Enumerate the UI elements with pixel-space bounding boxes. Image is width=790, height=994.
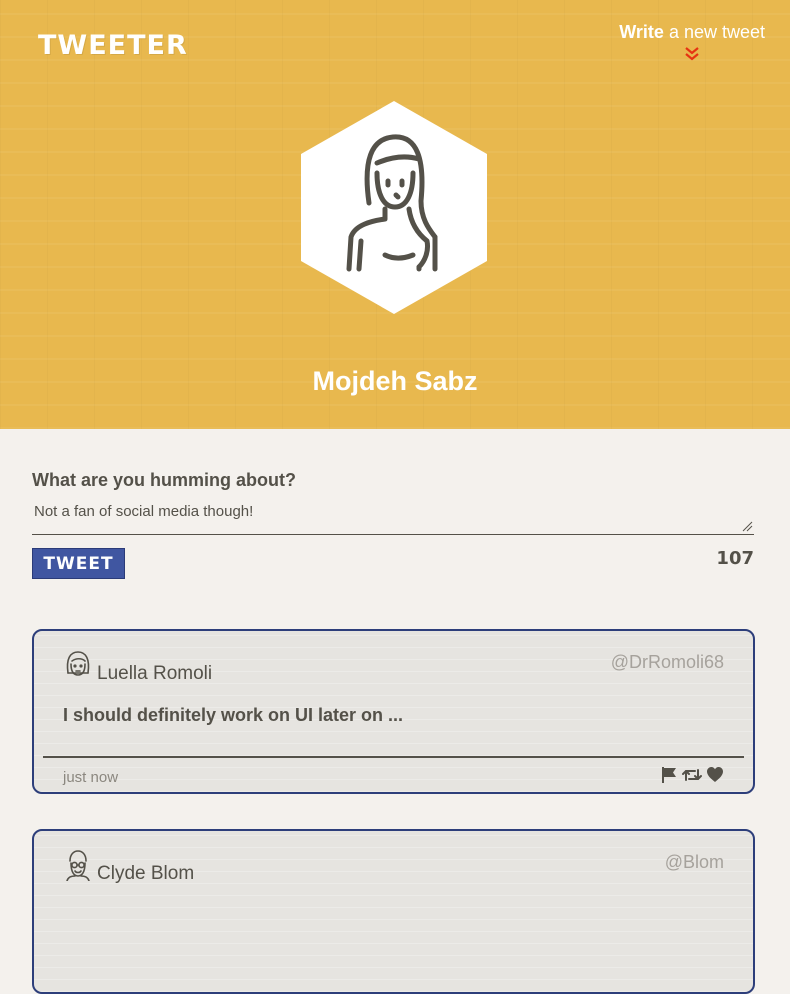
- heart-icon[interactable]: [706, 766, 724, 784]
- user-avatar-icon: [66, 850, 90, 881]
- tweet-actions: [660, 766, 724, 784]
- resize-handle-icon[interactable]: [742, 521, 753, 532]
- tweet-divider: [43, 756, 744, 758]
- tweet-author-handle[interactable]: @DrRomoli68: [611, 652, 724, 673]
- profile-name: Mojdeh Sabz: [312, 366, 478, 396]
- double-chevron-down-icon[interactable]: [683, 45, 701, 63]
- flag-icon[interactable]: [660, 766, 678, 784]
- tweet-submit-button[interactable]: TWEET: [32, 548, 125, 579]
- write-label: Write: [619, 22, 664, 42]
- retweet-icon[interactable]: [682, 766, 702, 784]
- tweet-author-handle[interactable]: @Blom: [665, 852, 724, 873]
- tweet-text: I should definitely work on UI later on …: [63, 705, 404, 725]
- tweet-text-input[interactable]: Not a fan of social media though!: [32, 500, 754, 535]
- profile-avatar: [301, 101, 487, 314]
- tweet-author-name: Luella Romoli: [97, 663, 213, 684]
- write-new-tweet-link[interactable]: Write a new tweet: [619, 22, 765, 63]
- user-avatar-icon: [66, 651, 90, 676]
- tweet-timestamp: just now: [63, 769, 119, 786]
- character-counter: 107: [716, 548, 754, 569]
- profile-header: TWEETER Write a new tweet Mojdeh Sabz: [0, 0, 790, 429]
- brand-logo[interactable]: TWEETER: [38, 30, 188, 61]
- composer-label: What are you humming about?: [32, 470, 296, 490]
- new-tweet-label: a new tweet: [668, 22, 765, 42]
- tweet-card: Luella Romoli @DrRomoli68 I should defin…: [32, 629, 755, 794]
- tweet-author-name: Clyde Blom: [97, 863, 195, 884]
- tweet-card: Clyde Blom @Blom: [32, 829, 755, 994]
